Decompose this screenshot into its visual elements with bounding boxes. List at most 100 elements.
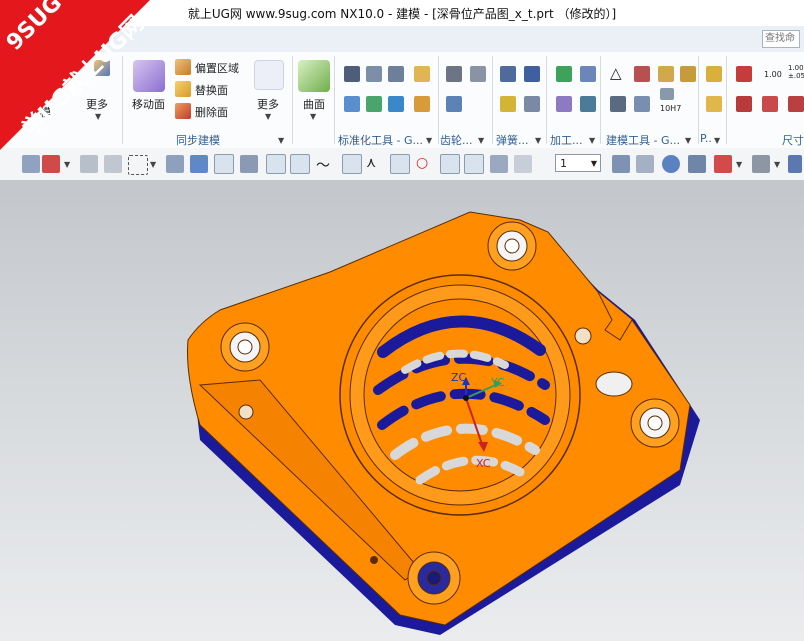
modeling-tool-icon-7[interactable]	[660, 88, 674, 100]
refresh-icon[interactable]	[662, 155, 680, 173]
dimension-value-label[interactable]: 1.00	[764, 70, 782, 79]
chevron-down-icon[interactable]: ▼	[478, 136, 484, 145]
machining-tool-icon-2[interactable]	[580, 66, 596, 82]
standard-tool-icon-1[interactable]	[344, 66, 360, 82]
replace-face-button[interactable]: 替换面	[195, 82, 228, 98]
snap-grid-icon[interactable]	[214, 154, 234, 174]
yc-axis-label: YC	[491, 376, 505, 389]
p-tool-icon-1[interactable]	[706, 66, 722, 82]
face-icon[interactable]	[490, 155, 508, 173]
surface-button[interactable]: 曲面	[303, 96, 325, 112]
line-point-icon[interactable]	[464, 154, 484, 174]
p-tool-icon-2[interactable]	[706, 96, 722, 112]
gear-tool-icon-1[interactable]	[446, 66, 462, 82]
cube-view-icon[interactable]	[788, 155, 802, 173]
machining-tool-icon-1[interactable]	[556, 66, 572, 82]
group-label-machining: 加工...	[550, 134, 583, 147]
spring-tool-icon-1[interactable]	[500, 66, 516, 82]
chevron-down-icon[interactable]: ▼	[589, 136, 595, 145]
circle-point-icon[interactable]: ○	[416, 155, 434, 173]
line-snap-icon[interactable]	[266, 154, 286, 174]
boss-top	[487, 221, 537, 271]
curve-icon[interactable]: 〜	[316, 155, 334, 174]
group-label-p: P..	[700, 132, 712, 145]
gear-tool-icon-3[interactable]	[446, 96, 462, 112]
layer-visible-icon[interactable]	[636, 155, 654, 173]
surface-icon[interactable]	[298, 60, 330, 92]
chevron-down-icon[interactable]: ▼	[714, 136, 720, 145]
chevron-down-icon[interactable]: ▼	[774, 160, 780, 169]
offset-region-icon[interactable]	[175, 59, 191, 75]
dimension-tolerance-label[interactable]: 1.00 ±.05	[788, 64, 804, 80]
offset-region-button[interactable]: 偏置区域	[195, 60, 239, 76]
graphics-viewport[interactable]: ZC YC XC	[0, 180, 804, 641]
delete-face-icon[interactable]	[175, 103, 191, 119]
chevron-down-icon[interactable]: ▼	[150, 160, 156, 169]
standard-tool-icon-3[interactable]	[388, 66, 404, 82]
oval-hole	[595, 371, 633, 397]
chevron-down-icon[interactable]: ▼	[64, 160, 70, 169]
standard-tool-icon-2[interactable]	[366, 66, 382, 82]
render-icon[interactable]	[752, 155, 770, 173]
intersect-icon[interactable]: ⋏	[366, 155, 384, 173]
standard-tool-icon-4[interactable]	[344, 96, 360, 112]
view-icon-2[interactable]	[190, 155, 208, 173]
plus-point-icon[interactable]	[440, 154, 460, 174]
chevron-down-icon[interactable]: ▼	[736, 160, 742, 169]
dimension-icon-3[interactable]	[762, 96, 778, 112]
line-snap-icon-2[interactable]	[290, 154, 310, 174]
group-label-standard: 标准化工具 - G...	[338, 134, 423, 147]
display-icon[interactable]	[714, 155, 732, 173]
chevron-down-icon[interactable]: ▼	[591, 155, 597, 173]
triangle-icon[interactable]: △	[610, 64, 622, 82]
standard-tool-icon-6[interactable]	[388, 96, 404, 112]
rect-select-icon[interactable]	[128, 155, 148, 175]
machining-tool-icon-4[interactable]	[580, 96, 596, 112]
command-search-input[interactable]: 查找命	[762, 30, 800, 48]
spring-tool-icon-4[interactable]	[524, 96, 540, 112]
delete-face-button[interactable]: 删除面	[195, 104, 228, 120]
edit-icon[interactable]	[688, 155, 706, 173]
transform-icon[interactable]	[80, 155, 98, 173]
chevron-down-icon[interactable]: ▼	[426, 136, 432, 145]
snap-icon[interactable]	[22, 155, 40, 173]
boss-right	[630, 398, 680, 448]
layer-settings-icon[interactable]	[612, 155, 630, 173]
modeling-tool-icon-5[interactable]	[610, 96, 626, 112]
layer-select[interactable]: 1 ▼	[555, 154, 601, 172]
view-icon-1[interactable]	[166, 155, 184, 173]
standard-tool-icon-5[interactable]	[366, 96, 382, 112]
replace-face-icon[interactable]	[175, 81, 191, 97]
center-point-icon[interactable]	[390, 154, 410, 174]
chevron-down-icon[interactable]: ▼	[685, 136, 691, 145]
part-model[interactable]	[0, 180, 804, 641]
modeling-tool-icon-6[interactable]	[634, 96, 650, 112]
dimension-icon-2[interactable]	[736, 96, 752, 112]
chevron-down-icon[interactable]: ▼	[265, 112, 271, 121]
modeling-tool-icon-2[interactable]	[634, 66, 650, 82]
more-button-2[interactable]: 更多	[257, 96, 279, 112]
chevron-down-icon[interactable]: ▼	[310, 112, 316, 121]
boss-left	[220, 322, 270, 372]
curve-edit-icon[interactable]	[514, 155, 532, 173]
spring-tool-icon-2[interactable]	[524, 66, 540, 82]
spring-tool-icon-3[interactable]	[500, 96, 516, 112]
chevron-down-icon[interactable]: ▼	[278, 136, 284, 145]
chevron-down-icon[interactable]: ▼	[535, 136, 541, 145]
dimension-icon-4[interactable]	[788, 96, 804, 112]
standard-tool-icon-7[interactable]	[414, 66, 430, 82]
modeling-tool-icon-4[interactable]	[680, 66, 696, 82]
dimension-icon-1[interactable]	[736, 66, 752, 82]
group-label-modeling-tools: 建模工具 - G...	[606, 134, 680, 147]
zc-axis-label: ZC	[451, 371, 467, 384]
polyline-icon[interactable]	[342, 154, 362, 174]
point-icon[interactable]	[104, 155, 122, 173]
tolerance-label[interactable]: 10H7	[660, 104, 681, 113]
machining-tool-icon-3[interactable]	[556, 96, 572, 112]
more-sync-icon[interactable]	[254, 60, 284, 90]
move-icon[interactable]	[240, 155, 258, 173]
standard-tool-icon-8[interactable]	[414, 96, 430, 112]
filter-icon[interactable]	[42, 155, 60, 173]
gear-tool-icon-2[interactable]	[470, 66, 486, 82]
modeling-tool-icon-3[interactable]	[658, 66, 674, 82]
